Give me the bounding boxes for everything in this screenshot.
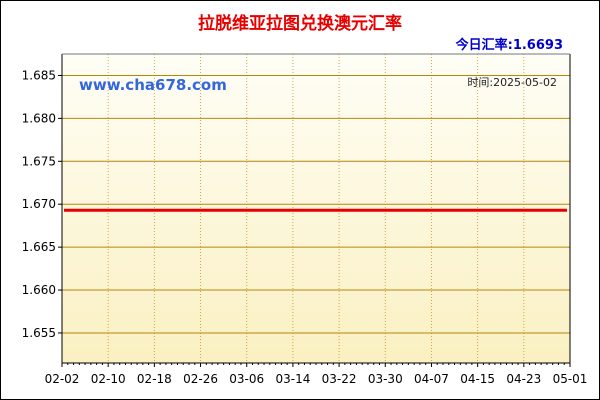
y-tick-label: 1.675 bbox=[22, 154, 56, 168]
y-tick-label: 1.670 bbox=[22, 197, 56, 211]
x-tick-label: 02-10 bbox=[91, 372, 126, 386]
chart-plot: 1.655 1.660 1.665 1.670 1.675 1.680 1.685 02-02… bbox=[22, 53, 588, 386]
x-tick-label: 04-07 bbox=[414, 372, 449, 386]
y-tick-label: 1.680 bbox=[22, 111, 56, 125]
y-tick-label: 1.685 bbox=[22, 68, 56, 82]
x-tick-label: 03-30 bbox=[368, 372, 403, 386]
y-tick-label: 1.665 bbox=[22, 240, 56, 254]
x-tick-label: 04-23 bbox=[506, 372, 541, 386]
x-tick-label: 02-02 bbox=[45, 372, 80, 386]
plot-background bbox=[62, 54, 570, 363]
x-tick-label: 03-22 bbox=[322, 372, 357, 386]
x-tick-label: 02-18 bbox=[137, 372, 172, 386]
watermark-text: www.cha678.com bbox=[79, 76, 227, 94]
date-label: 时间:2025-05-02 bbox=[467, 76, 557, 89]
x-tick-label: 03-14 bbox=[275, 372, 310, 386]
x-tick-label: 05-01 bbox=[553, 372, 588, 386]
y-tick-label: 1.655 bbox=[22, 326, 56, 340]
y-tick-label: 1.660 bbox=[22, 283, 56, 297]
x-tick-label: 04-15 bbox=[460, 372, 495, 386]
chart-container: 拉脱维亚拉图兑换澳元汇率 今日汇率:1.6693 1.655 1.660 1.665… bbox=[0, 0, 600, 400]
x-tick-label: 02-26 bbox=[183, 372, 218, 386]
x-tick-label: 03-06 bbox=[229, 372, 264, 386]
